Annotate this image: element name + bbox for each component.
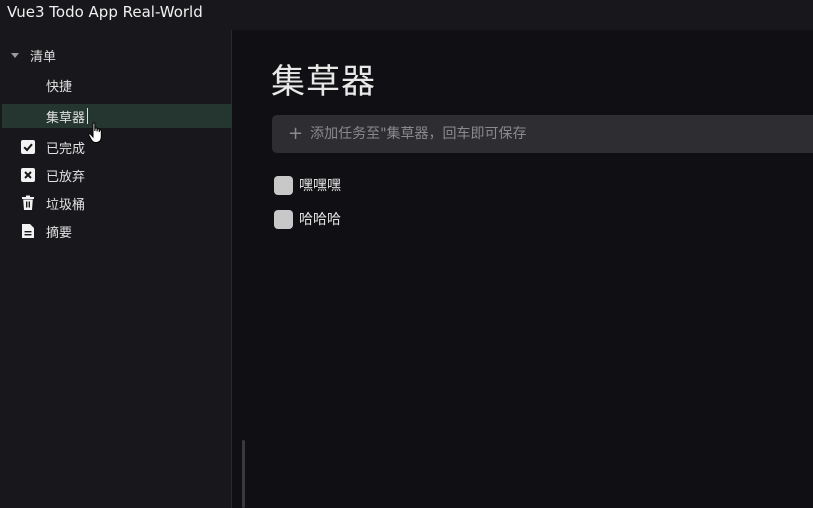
sidebar-item-label: 摘要 [46, 225, 73, 241]
hand-pointer-icon [88, 122, 106, 148]
task-item[interactable]: 嘿嘿嘿 [274, 174, 341, 196]
list-tree-label: 清单 [30, 49, 57, 65]
add-task-input[interactable] [310, 126, 811, 142]
add-task-box[interactable]: + [272, 115, 813, 153]
list-tree-toggle[interactable]: 清单 [0, 44, 232, 66]
sidebar-item-quick[interactable]: 快捷 [2, 73, 232, 97]
task-checkbox[interactable] [274, 175, 293, 195]
caret-down-icon[interactable] [11, 52, 19, 58]
sidebar-item-abandoned[interactable]: 已放弃 [0, 163, 232, 187]
sidebar: 清单 快捷 集草器 已完成 已放弃 垃圾桶 摘要 [0, 30, 232, 508]
window-title-bar: Vue3 Todo App Real-World [0, 0, 813, 30]
app-title: Vue3 Todo App Real-World [7, 3, 203, 21]
task-label: 哈哈哈 [299, 212, 341, 228]
plus-icon: + [288, 123, 304, 144]
sidebar-item-label: 集草器 [46, 110, 86, 126]
task-item[interactable]: 哈哈哈 [274, 208, 341, 230]
sidebar-item-label: 已完成 [46, 141, 86, 157]
trash-icon [20, 195, 36, 211]
sidebar-item-label: 垃圾桶 [46, 197, 86, 213]
document-icon [20, 223, 36, 239]
task-checkbox[interactable] [274, 209, 293, 229]
sidebar-item-trash[interactable]: 垃圾桶 [0, 191, 232, 215]
sidebar-item-label: 快捷 [46, 79, 73, 95]
x-square-icon [20, 167, 36, 183]
page-title: 集草器 [271, 62, 376, 102]
check-square-icon [20, 139, 36, 155]
task-label: 嘿嘿嘿 [299, 178, 341, 194]
main-panel: 集草器 + 嘿嘿嘿 哈哈哈 [232, 30, 813, 508]
sidebar-item-completed[interactable]: 已完成 [0, 135, 232, 159]
sidebar-item-collector[interactable]: 集草器 [2, 104, 232, 128]
sidebar-item-label: 已放弃 [46, 169, 86, 185]
sidebar-item-summary[interactable]: 摘要 [0, 219, 232, 243]
